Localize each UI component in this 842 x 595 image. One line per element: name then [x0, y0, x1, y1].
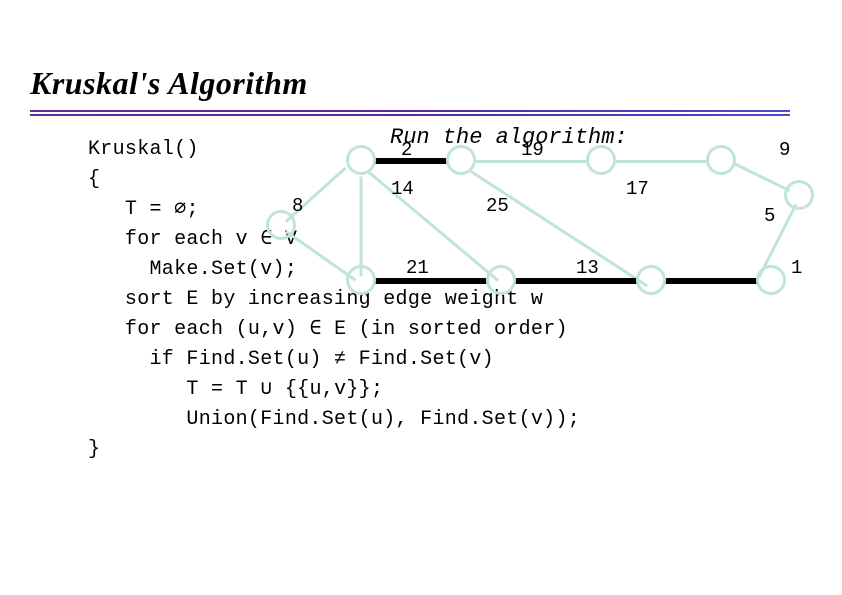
code-line: Make.Set(v); — [88, 258, 297, 281]
page-title: Kruskal's Algorithm — [30, 65, 308, 102]
code-line: Union(Find.Set(u), Find.Set(v)); — [88, 408, 580, 431]
graph-node — [446, 145, 476, 175]
edge-weight: 19 — [521, 139, 544, 161]
edge-g-h-bold — [373, 278, 488, 284]
edge-weight: 8 — [292, 195, 303, 217]
edge-i-j-bold — [664, 278, 759, 284]
edge-a-h — [367, 170, 499, 282]
code-line: for each v ∈ V — [88, 228, 297, 251]
edge-weight: 2 — [401, 139, 412, 161]
code-line: Kruskal() — [88, 138, 199, 161]
code-line: } — [88, 438, 100, 461]
graph-node — [756, 265, 786, 295]
code-line: { — [88, 168, 100, 191]
graph-diagram: 2 19 9 14 17 8 25 5 21 13 1 — [346, 145, 826, 315]
code-line: if Find.Set(u) ≠ Find.Set(v) — [88, 348, 494, 371]
slide: Kruskal's Algorithm Run the algorithm: K… — [0, 0, 842, 595]
graph-node — [706, 145, 736, 175]
edge-weight: 9 — [779, 139, 790, 161]
edge-weight: 13 — [576, 257, 599, 279]
code-line: T = ∅; — [88, 198, 199, 221]
code-line: for each (u,v) ∈ E (in sorted order) — [88, 318, 568, 341]
divider-top — [30, 110, 790, 112]
code-line: T = T ∪ {{u,v}}; — [88, 378, 383, 401]
edge-weight: 25 — [486, 195, 509, 217]
graph-node — [486, 265, 516, 295]
divider-bottom — [30, 114, 790, 116]
edge-d-e — [733, 162, 790, 192]
edge-c-d — [616, 160, 706, 163]
graph-node — [586, 145, 616, 175]
edge-a-g — [360, 177, 363, 277]
edge-weight: 17 — [626, 178, 649, 200]
edge-weight: 21 — [406, 257, 429, 279]
graph-node — [636, 265, 666, 295]
edge-weight: 1 — [791, 257, 802, 279]
graph-node — [346, 265, 376, 295]
edge-weight: 5 — [764, 205, 775, 227]
graph-node — [346, 145, 376, 175]
graph-node — [784, 180, 814, 210]
edge-weight: 14 — [391, 178, 414, 200]
